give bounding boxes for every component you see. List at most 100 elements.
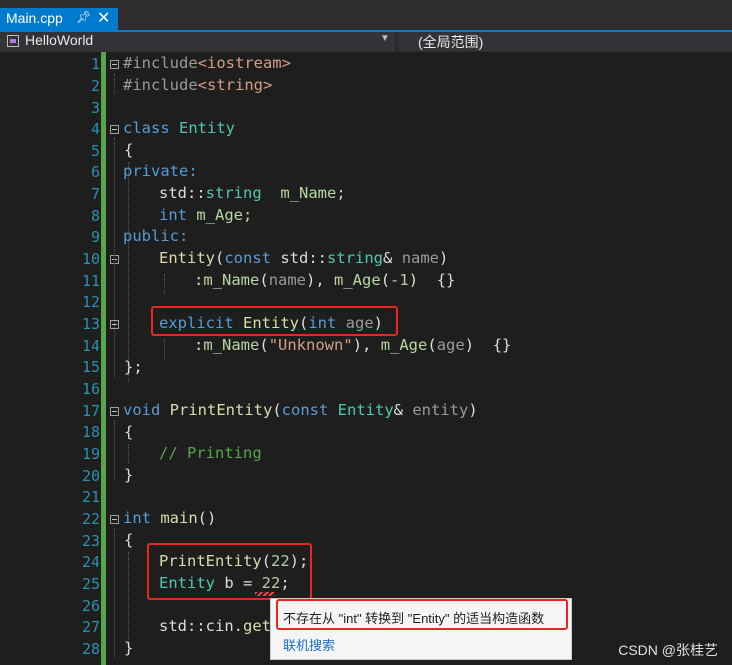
code-line-19: // Printing [159, 444, 262, 462]
fold-toggle-icon[interactable] [110, 515, 119, 524]
highlight-box-tooltip [276, 599, 568, 630]
code-token: m_Age [334, 271, 381, 289]
fold-guide [114, 528, 115, 658]
code-token: . [233, 617, 244, 635]
tab-title: Main.cpp [6, 10, 63, 26]
code-line-28: } [124, 639, 133, 657]
code-token: ( [272, 401, 282, 419]
code-line-6: private: [123, 162, 198, 180]
code-token: : [194, 271, 204, 289]
code-line-7: std::string m_Name; [159, 184, 346, 202]
code-token: ( [380, 271, 391, 289]
code-token: & [393, 401, 413, 419]
code-line-2: #include<string> [123, 76, 272, 94]
code-token: } [124, 466, 134, 484]
code-token: name [268, 271, 307, 289]
code-token: name [401, 249, 440, 267]
highlight-box-calls [147, 543, 312, 600]
code-token: ( [259, 271, 269, 289]
code-line-22: int main() [123, 509, 216, 527]
code-token: -1 [390, 271, 409, 289]
close-icon[interactable]: ✕ [97, 8, 110, 28]
code-token: { [124, 141, 134, 159]
code-token: ) [439, 249, 449, 267]
code-token: ), [352, 336, 381, 354]
code-token: m_Age [380, 336, 428, 354]
code-line-20: } [124, 466, 133, 484]
code-area[interactable]: #include<iostream> #include<string> clas… [0, 52, 732, 665]
code-token: void [123, 401, 170, 419]
code-token: ( [259, 336, 269, 354]
project-dropdown[interactable]: HelloWorld ▼ [0, 32, 394, 51]
code-token: ) [468, 401, 478, 419]
code-token: std [159, 184, 187, 202]
code-line-9: public: [123, 227, 188, 245]
code-token: { [124, 423, 134, 441]
code-token: <iostream> [197, 54, 291, 72]
pin-icon[interactable]: 📌︎ [76, 10, 91, 24]
project-name: HelloWorld [25, 32, 94, 48]
code-line-4: class Entity [123, 119, 235, 137]
indent-guide [128, 444, 129, 464]
code-token: const [281, 401, 338, 419]
code-token: ), [306, 271, 335, 289]
code-line-10: Entity(const std::string& name) [159, 249, 448, 267]
code-token: :: [187, 617, 206, 635]
code-token: m_Age; [196, 206, 253, 224]
code-token: #include [123, 76, 198, 94]
code-token: std:: [280, 249, 328, 267]
code-token: int [159, 206, 197, 224]
code-line-1: #include<iostream> [123, 54, 291, 72]
fold-guide [114, 138, 115, 378]
navigation-bar: HelloWorld ▼ (全局范围) [0, 32, 732, 52]
fold-guide [114, 74, 115, 94]
code-line-14: :m_Name("Unknown"), m_Age(age) {} [194, 336, 511, 354]
code-token: () [197, 509, 217, 527]
code-token: ( [427, 336, 437, 354]
indent-guide [164, 339, 165, 359]
fold-toggle-icon[interactable] [110, 407, 119, 416]
indent-guide [128, 552, 129, 652]
code-token: Entity [337, 401, 394, 419]
code-token: { [124, 531, 134, 549]
code-token: int [123, 509, 161, 527]
indent-guide [128, 162, 129, 382]
code-token: : [194, 336, 204, 354]
code-token: & [383, 249, 402, 267]
code-token: std [159, 617, 187, 635]
scope-dropdown[interactable]: (全局范围) [399, 32, 732, 51]
watermark: CSDN @张桂艺 [618, 642, 718, 658]
code-token: Entity [179, 119, 235, 137]
code-token: }; [124, 358, 143, 376]
fold-toggle-icon[interactable] [110, 60, 119, 69]
code-line-5: { [124, 141, 133, 159]
code-token: string [205, 184, 262, 202]
code-token: m_Name; [261, 184, 346, 202]
tab-main-cpp[interactable]: Main.cpp 📌︎ ✕ [0, 8, 118, 30]
code-line-27: std::cin.get [159, 617, 271, 635]
highlight-box-explicit [151, 306, 398, 336]
code-token: string [327, 249, 384, 267]
search-online-link[interactable]: 联机搜索 [283, 635, 335, 654]
code-token: class [123, 119, 179, 137]
code-token: get [243, 617, 272, 635]
code-line-15: }; [124, 358, 143, 376]
chevron-down-icon[interactable]: ▼ [380, 33, 390, 44]
code-token: PrintEntity [169, 401, 273, 419]
code-line-8: int m_Age; [159, 206, 252, 224]
code-token: #include [123, 54, 198, 72]
code-token: age [436, 336, 465, 354]
code-token: ( [215, 249, 225, 267]
code-token: ) {} [464, 336, 512, 354]
code-line-18: { [124, 423, 133, 441]
fold-guide [114, 420, 115, 480]
code-token: main [160, 509, 198, 527]
code-token: <string> [197, 76, 273, 94]
code-token: const [224, 249, 281, 267]
indent-guide [164, 274, 165, 294]
project-icon [7, 35, 19, 47]
code-token: ) {} [408, 271, 456, 289]
code-token: "Unknown" [268, 336, 353, 354]
fold-toggle-icon[interactable] [110, 125, 119, 134]
code-line-17: void PrintEntity(const Entity& entity) [123, 401, 478, 419]
